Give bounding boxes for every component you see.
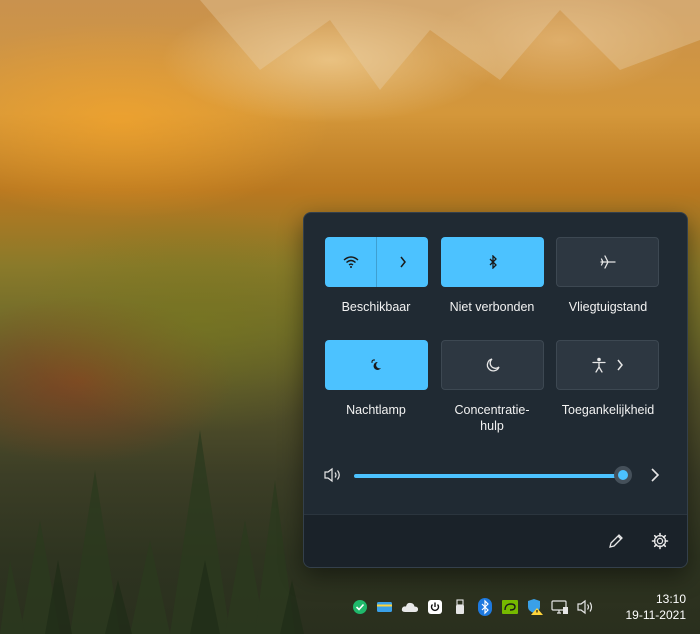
audio-output-chevron-icon[interactable] [650,467,660,483]
wifi-expand-button[interactable] [377,237,428,287]
nightlight-tile[interactable] [325,340,428,390]
security-warning-icon[interactable] [525,598,544,617]
accessibility-icon [591,357,606,373]
airplane-label: Vliegtuigstand [568,300,648,314]
usb-icon[interactable] [450,598,469,617]
clock-date: 19-11-2021 [625,608,687,622]
chevron-right-icon [399,256,407,268]
focus-assist-label-line1: Concentratie- [454,403,530,417]
power-icon[interactable] [425,598,444,617]
chevron-right-icon [616,359,624,371]
taskbar-clock[interactable]: 13:10 19-11-2021 [626,591,687,623]
volume-tray-icon[interactable] [575,598,594,617]
onedrive-cloud-icon[interactable] [400,598,419,617]
bluetooth-icon [488,255,498,269]
bluetooth-label: Niet verbonden [449,300,535,314]
defender-check-icon[interactable] [350,598,369,617]
bluetooth-tile[interactable] [441,237,544,287]
nightlight-label: Nachtlamp [346,403,406,417]
airplane-tile[interactable] [556,237,659,287]
focus-assist-label: Concentratie- hulp [432,402,552,434]
system-tray [350,596,594,618]
wifi-tile[interactable] [325,237,428,287]
speaker-icon[interactable] [323,467,343,483]
card-icon[interactable] [375,598,394,617]
airplane-icon [599,255,616,269]
focus-assist-label-line2: hulp [480,419,504,433]
moon-icon [485,357,501,373]
bluetooth-tray-icon[interactable] [475,598,494,617]
volume-slider-thumb[interactable] [614,466,632,484]
gear-icon[interactable] [651,532,669,550]
nvidia-icon[interactable] [500,598,519,617]
accessibility-tile[interactable] [556,340,659,390]
wifi-label: Beschikbaar [341,300,411,314]
night-light-icon [369,357,385,373]
accessibility-label: Toegankelijkheid [561,403,655,417]
focus-assist-tile[interactable] [441,340,544,390]
wifi-icon [343,256,359,268]
wifi-toggle[interactable] [325,237,377,287]
volume-slider-track[interactable] [354,474,624,478]
panel-footer [304,514,687,567]
clock-time: 13:10 [655,592,686,606]
network-icon[interactable] [550,598,569,617]
pencil-icon[interactable] [607,532,625,550]
